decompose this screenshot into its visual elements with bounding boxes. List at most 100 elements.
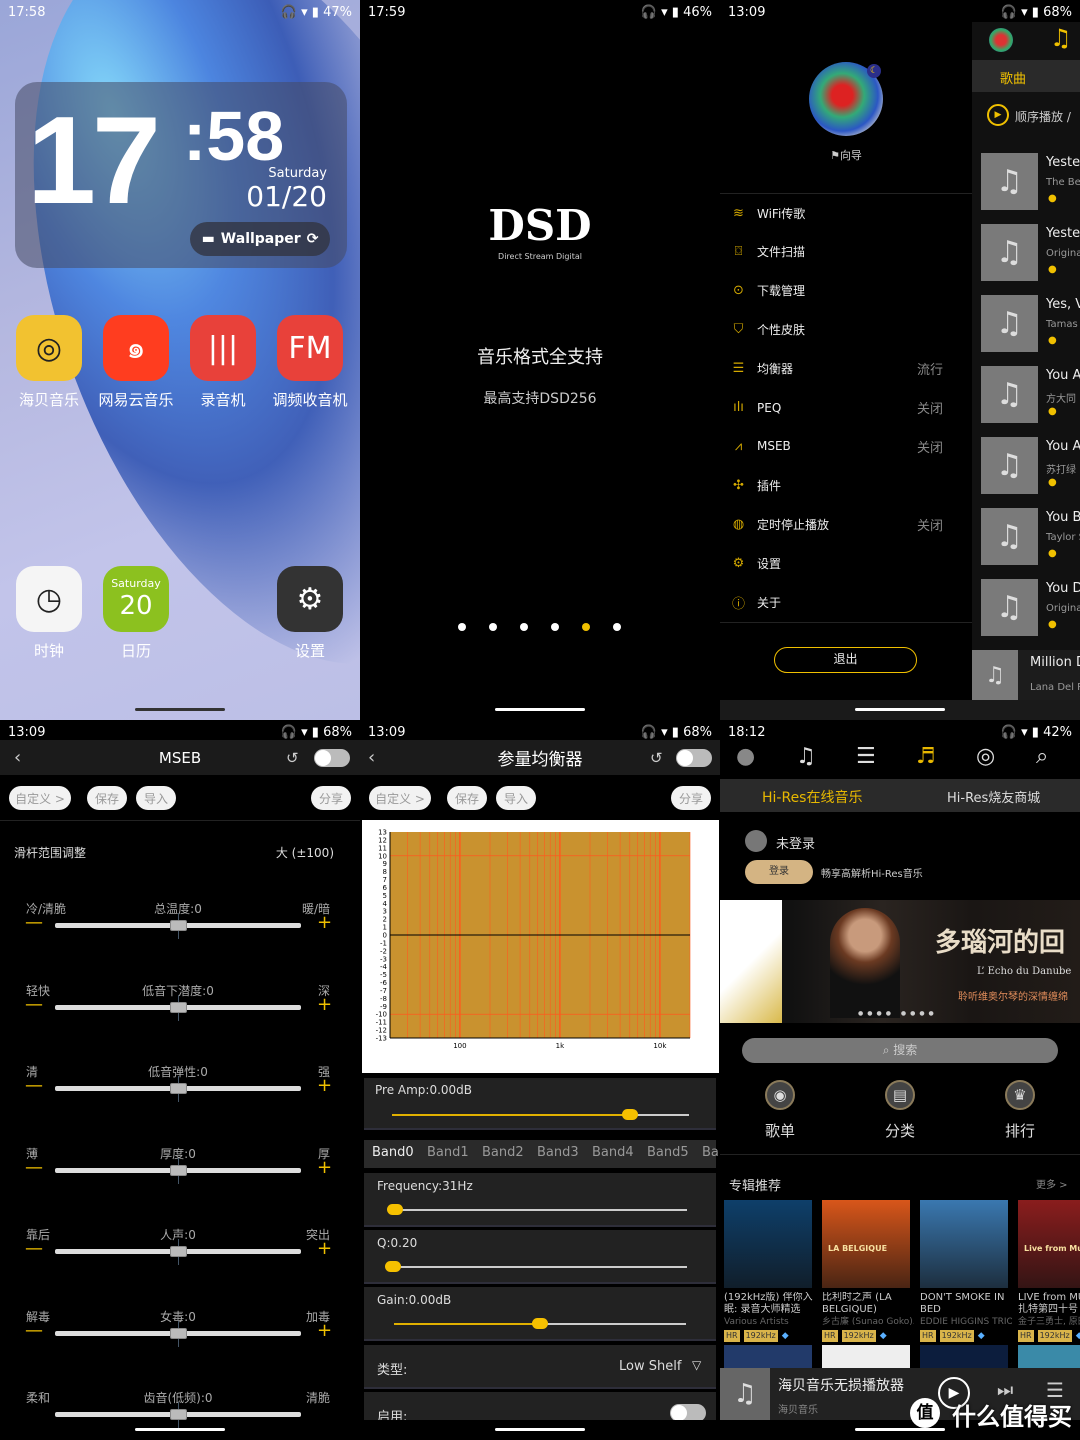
tab-band-4[interactable]: Band4 bbox=[592, 1145, 634, 1160]
search-input[interactable]: ⌕ 搜索 bbox=[742, 1038, 1058, 1063]
minus-button[interactable]: — bbox=[25, 995, 43, 1014]
slider-thumb[interactable] bbox=[170, 1327, 187, 1339]
slider-thumb[interactable] bbox=[170, 1409, 187, 1420]
tab-band-6[interactable]: Ba bbox=[702, 1145, 719, 1160]
tab-hires-shop[interactable]: Hi-Res烧友商城 bbox=[947, 787, 1040, 806]
app-1[interactable]: ◎ 海贝音乐 bbox=[9, 315, 89, 410]
page-dot[interactable] bbox=[458, 623, 466, 631]
plus-button[interactable]: + bbox=[317, 1158, 332, 1177]
avatar[interactable] bbox=[989, 28, 1013, 52]
hires-note-icon[interactable]: ♬ bbox=[916, 744, 936, 769]
plus-button[interactable]: + bbox=[317, 995, 332, 1014]
tab-band-3[interactable]: Band3 bbox=[537, 1145, 579, 1160]
import-button[interactable]: 导入 bbox=[496, 786, 536, 810]
song-row[interactable]: ♫ You A 方大同 ● bbox=[972, 366, 1080, 432]
category-0[interactable]: ◉ 歌单 bbox=[750, 1080, 810, 1141]
slider-track[interactable] bbox=[393, 1266, 687, 1268]
custom-preset-button[interactable]: 自定义 > bbox=[369, 786, 431, 810]
category-2[interactable]: ♛ 排行 bbox=[990, 1080, 1050, 1141]
menu-item-8[interactable]: ◍ 定时停止播放 关闭 bbox=[720, 509, 972, 539]
tab-band-1[interactable]: Band1 bbox=[427, 1145, 469, 1160]
page-dot[interactable] bbox=[613, 623, 621, 631]
tab-hires-online[interactable]: Hi-Res在线音乐 bbox=[762, 787, 862, 807]
slider-thumb[interactable] bbox=[385, 1261, 401, 1272]
slider-thumb[interactable] bbox=[170, 1083, 187, 1094]
slider-thumb[interactable] bbox=[170, 1001, 187, 1013]
song-row[interactable]: ♫ Yester Original ● bbox=[972, 224, 1080, 290]
user-icon[interactable]: ● bbox=[736, 744, 755, 769]
album-info[interactable]: (192kHz版) 伴你入眠: 录音大师精选 Various Artists HR 1… bbox=[724, 1292, 816, 1342]
album-cover[interactable] bbox=[822, 1345, 910, 1369]
song-row[interactable]: ♫ You A 苏打绿 ● bbox=[972, 437, 1080, 503]
album-info[interactable]: 比利时之声 (LA BELGIQUE) 乡古廉 (Sunao Goko)... HR… bbox=[822, 1292, 914, 1342]
app-3[interactable]: ||| 录音机 bbox=[183, 315, 263, 410]
share-button[interactable]: 分享 bbox=[311, 786, 351, 810]
login-button[interactable]: 登录 bbox=[745, 860, 813, 884]
play-icon[interactable]: ▶ bbox=[987, 104, 1009, 126]
minus-button[interactable]: — bbox=[25, 914, 43, 932]
back-icon[interactable]: ‹ bbox=[368, 747, 375, 768]
menu-item-2[interactable]: ⊙ 下载管理 bbox=[720, 276, 972, 306]
menu-item-9[interactable]: ⚙ 设置 bbox=[720, 548, 972, 578]
album-cover[interactable] bbox=[920, 1345, 1008, 1369]
tab-band-2[interactable]: Band2 bbox=[482, 1145, 524, 1160]
music-note-icon[interactable]: ♫ bbox=[1050, 24, 1072, 52]
exit-button[interactable]: 退出 bbox=[774, 647, 917, 673]
now-playing-bar[interactable]: ♫ Million D Lana Del Re bbox=[972, 650, 1080, 700]
app-4[interactable]: FM 调频收音机 bbox=[270, 315, 350, 410]
plus-button[interactable]: + bbox=[317, 1321, 332, 1340]
album-cover[interactable] bbox=[1018, 1345, 1080, 1369]
playlist-icon[interactable]: ☰ bbox=[856, 744, 876, 769]
menu-item-4[interactable]: ☰ 均衡器 流行 bbox=[720, 354, 972, 384]
page-dot[interactable] bbox=[551, 623, 559, 631]
album-cover[interactable]: Live from Muza! bbox=[1018, 1200, 1080, 1288]
slider-thumb[interactable] bbox=[532, 1318, 548, 1329]
music-note-icon[interactable]: ♫ bbox=[796, 744, 816, 769]
minus-button[interactable]: — bbox=[25, 1077, 43, 1095]
slider-track[interactable] bbox=[540, 1323, 686, 1325]
slider-thumb[interactable] bbox=[170, 920, 187, 931]
menu-item-3[interactable]: ⛉ 个性皮肤 bbox=[720, 315, 972, 345]
song-row[interactable]: ♫ You D Original ● bbox=[972, 579, 1080, 645]
menu-item-7[interactable]: ✣ 插件 bbox=[720, 470, 972, 500]
reset-icon[interactable]: ↺ bbox=[286, 749, 299, 767]
save-button[interactable]: 保存 bbox=[87, 786, 127, 810]
back-icon[interactable]: ‹ bbox=[14, 747, 21, 768]
save-button[interactable]: 保存 bbox=[447, 786, 487, 810]
wallpaper-button[interactable]: ▬ Wallpaper ⟳ bbox=[190, 222, 330, 256]
slider-track[interactable] bbox=[629, 1114, 689, 1116]
minus-button[interactable]: — bbox=[25, 1240, 43, 1258]
minus-button[interactable]: — bbox=[25, 1321, 43, 1340]
album-cover[interactable] bbox=[724, 1200, 812, 1288]
search-icon[interactable]: ⌕ bbox=[1036, 744, 1048, 769]
app-6[interactable]: Saturday 20 日历 bbox=[96, 566, 176, 661]
plus-button[interactable]: + bbox=[317, 914, 332, 932]
more-link[interactable]: 更多 > bbox=[1036, 1176, 1068, 1191]
play-mode[interactable]: 顺序播放 / bbox=[1015, 108, 1071, 125]
menu-item-10[interactable]: ⓘ 关于 bbox=[720, 587, 972, 617]
import-button[interactable]: 导入 bbox=[136, 786, 176, 810]
minus-button[interactable]: — bbox=[25, 1158, 43, 1177]
range-value[interactable]: 大 (±100) bbox=[276, 844, 334, 861]
slider-thumb[interactable] bbox=[621, 1109, 638, 1120]
menu-item-0[interactable]: ≋ WiFi传歌 bbox=[720, 198, 972, 228]
guide-link[interactable]: ⚑向导 bbox=[720, 147, 972, 163]
slider-track[interactable] bbox=[395, 1209, 687, 1211]
slider-thumb[interactable] bbox=[170, 1164, 187, 1176]
tab-band-0[interactable]: Band0 bbox=[372, 1145, 414, 1160]
filter-type-select[interactable]: 类型: Low Shelf ▽ bbox=[364, 1345, 716, 1389]
clock-widget[interactable]: 17 :58 Saturday 01/20 ▬ Wallpaper ⟳ bbox=[15, 82, 347, 268]
menu-item-6[interactable]: ⩘ MSEB 关闭 bbox=[720, 431, 972, 461]
share-button[interactable]: 分享 bbox=[671, 786, 711, 810]
tab-songs[interactable]: 歌曲 bbox=[1000, 68, 1026, 87]
song-row[interactable]: ♫ Yes, V Tamas ● bbox=[972, 295, 1080, 361]
mseb-toggle[interactable] bbox=[314, 749, 350, 767]
banner-carousel[interactable]: 多瑙河的回 L’ Echo du Danube 聆听维奥尔琴的深情缠绵 ●●●●… bbox=[720, 900, 1080, 1023]
song-row[interactable]: ♫ Yester The Bea ● bbox=[972, 153, 1080, 219]
tab-band-5[interactable]: Band5 bbox=[647, 1145, 689, 1160]
peq-toggle[interactable] bbox=[676, 749, 712, 767]
album-cover[interactable] bbox=[920, 1200, 1008, 1288]
reset-icon[interactable]: ↺ bbox=[650, 749, 663, 767]
disc-icon[interactable]: ◎ bbox=[976, 744, 995, 769]
slider-thumb[interactable] bbox=[387, 1204, 403, 1215]
